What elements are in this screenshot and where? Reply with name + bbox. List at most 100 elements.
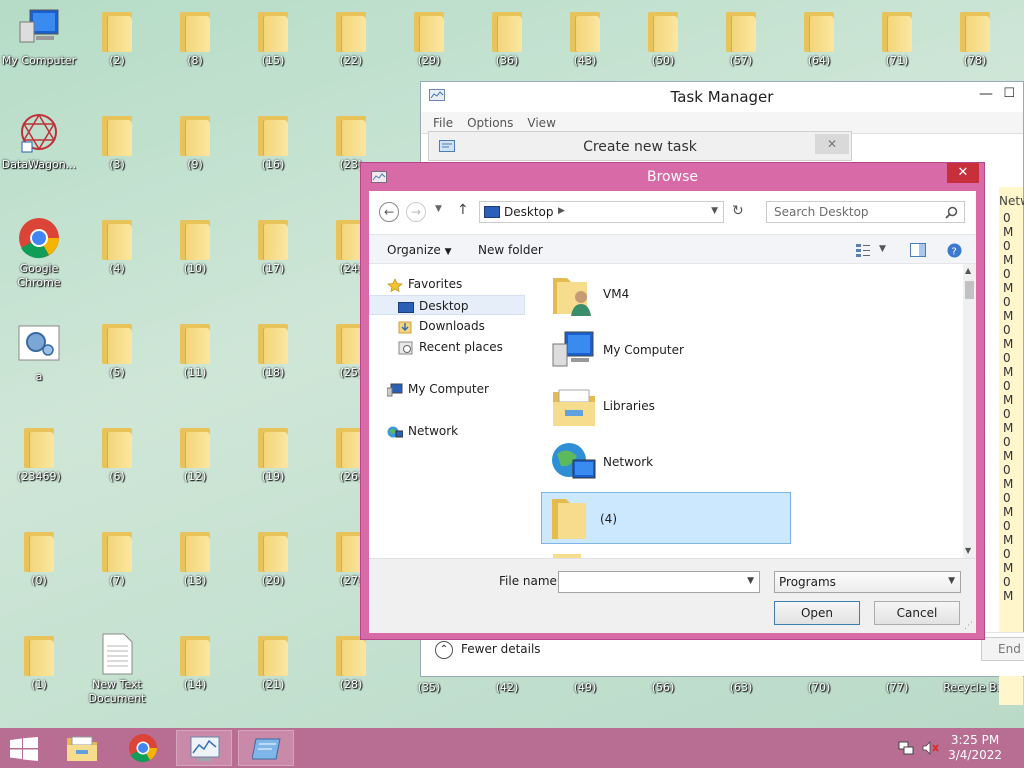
new-folder-button[interactable]: New folder	[478, 243, 543, 257]
nav-recent-places[interactable]: Recent places	[398, 337, 503, 357]
desktop-icon-folder[interactable]: (13)	[157, 526, 233, 588]
desktop-icon-datawagon[interactable]: DataWagon...	[1, 110, 77, 172]
network-tray-icon[interactable]	[898, 741, 914, 755]
desktop-icon-folder[interactable]: (50)	[625, 6, 701, 68]
search-icon[interactable]	[945, 206, 958, 219]
nav-favorites[interactable]: Favorites	[387, 274, 462, 294]
file-name-input[interactable]: ▼	[558, 571, 760, 593]
resize-grip-icon[interactable]: ⋰	[964, 621, 973, 631]
desktop-icon-folder[interactable]: (56)	[625, 675, 701, 705]
desktop-icon-folder[interactable]: (21)	[235, 630, 311, 692]
file-name-dropdown-icon[interactable]: ▼	[747, 576, 754, 586]
forward-arrow-icon[interactable]: →	[406, 202, 426, 222]
menu-file[interactable]: File	[433, 116, 453, 130]
desktop-icon-folder[interactable]: (0)	[1, 526, 77, 588]
breadcrumb-chevron-icon[interactable]: ▶	[558, 206, 565, 216]
nav-network[interactable]: Network	[387, 421, 458, 441]
nav-my-computer[interactable]: My Computer	[387, 379, 489, 399]
menu-view[interactable]: View	[527, 116, 555, 130]
desktop-icon-my-computer[interactable]: My Computer	[1, 6, 77, 68]
desktop-icon-folder[interactable]: (35)	[391, 675, 467, 705]
desktop-icon-folder[interactable]: (77)	[859, 675, 935, 705]
desktop-icon-folder[interactable]: (1)	[1, 630, 77, 692]
taskbar-chrome[interactable]	[115, 730, 171, 766]
preview-pane-icon[interactable]	[910, 243, 926, 257]
desktop-icon-chrome[interactable]: Google Chrome	[1, 214, 77, 290]
minimize-button[interactable]: —	[979, 86, 993, 102]
desktop-icon-folder[interactable]: (2)	[79, 6, 155, 68]
desktop-icon-folder[interactable]: (71)	[859, 6, 935, 68]
refresh-icon[interactable]: ↻	[732, 203, 744, 219]
desktop-icon-folder[interactable]: (22)	[313, 6, 389, 68]
desktop-icon-folder[interactable]: (19)	[235, 422, 311, 484]
address-dropdown-icon[interactable]: ▼	[711, 206, 718, 216]
cancel-button[interactable]: Cancel	[874, 601, 960, 625]
file-type-dropdown-icon[interactable]: ▼	[948, 576, 955, 586]
view-dropdown-icon[interactable]: ▼	[879, 244, 886, 254]
taskbar-task-manager[interactable]	[176, 730, 232, 766]
taskbar-run[interactable]	[238, 730, 294, 766]
desktop-icon-folder[interactable]: (63)	[703, 675, 779, 705]
menu-options[interactable]: Options	[467, 116, 513, 130]
desktop-icon-folder[interactable]: (14)	[157, 630, 233, 692]
fewer-details-link[interactable]: Fewer details	[461, 642, 541, 656]
desktop-icon-folder[interactable]: (23469)	[1, 422, 77, 484]
organize-button[interactable]: Organize ▼	[387, 243, 452, 257]
desktop-icon-folder[interactable]: (15)	[235, 6, 311, 68]
up-arrow-icon[interactable]: ↑	[457, 202, 469, 218]
scroll-thumb[interactable]	[965, 281, 974, 299]
desktop-icon-folder[interactable]: (7)	[79, 526, 155, 588]
volume-muted-icon[interactable]	[922, 741, 940, 755]
file-item-folder-4-selected[interactable]: (4)	[541, 492, 791, 544]
search-box[interactable]: Search Desktop	[766, 201, 965, 223]
help-icon[interactable]: ?	[947, 243, 962, 258]
desktop-icon-folder[interactable]: (18)	[235, 318, 311, 380]
desktop-icon-folder[interactable]: (49)	[547, 675, 623, 705]
desktop-icon-folder[interactable]: (36)	[469, 6, 545, 68]
scroll-down-icon[interactable]: ▼	[965, 546, 971, 555]
network-column-header[interactable]: Netw	[999, 194, 1024, 208]
desktop-icon-folder[interactable]: (64)	[781, 6, 857, 68]
file-item-my-computer[interactable]: My Computer	[545, 324, 795, 376]
desktop-icon-folder[interactable]: (16)	[235, 110, 311, 172]
file-item-network[interactable]: Network	[545, 436, 795, 488]
task-manager-titlebar[interactable]: Task Manager — ☐	[421, 82, 1023, 112]
file-type-select[interactable]: Programs ▼	[774, 571, 961, 593]
end-task-button[interactable]: End t	[981, 637, 1024, 661]
taskbar-file-explorer[interactable]	[54, 730, 110, 766]
view-options-icon[interactable]	[855, 243, 871, 257]
desktop-icon-folder[interactable]: (12)	[157, 422, 233, 484]
desktop-icon-folder[interactable]: (29)	[391, 6, 467, 68]
back-arrow-icon[interactable]: ←	[379, 202, 399, 222]
desktop-icon-text-document[interactable]: New Text Document	[79, 630, 155, 706]
desktop-icon-folder[interactable]: (9)	[157, 110, 233, 172]
desktop-icon-folder[interactable]: (10)	[157, 214, 233, 276]
windows-start-icon[interactable]	[10, 737, 38, 761]
clock[interactable]: 3:25 PM 3/4/2022	[948, 733, 1002, 763]
desktop-icon-folder[interactable]: (70)	[781, 675, 857, 705]
maximize-button[interactable]: ☐	[1003, 86, 1015, 101]
desktop-icon-folder[interactable]: (4)	[79, 214, 155, 276]
desktop-icon-folder[interactable]: (43)	[547, 6, 623, 68]
desktop-icon-folder[interactable]: (78)	[937, 6, 1013, 68]
desktop-icon-folder[interactable]: (17)	[235, 214, 311, 276]
desktop-icon-folder[interactable]: (57)	[703, 6, 779, 68]
file-item-libraries[interactable]: Libraries	[545, 380, 795, 432]
desktop-icon-folder[interactable]: (8)	[157, 6, 233, 68]
chevron-up-icon[interactable]: ⌃	[435, 641, 453, 659]
desktop-icon-a[interactable]: a	[1, 322, 77, 384]
nav-downloads[interactable]: Downloads	[398, 316, 485, 336]
desktop-icon-folder[interactable]: (6)	[79, 422, 155, 484]
desktop-icon-folder[interactable]: (20)	[235, 526, 311, 588]
browse-close-button[interactable]: ✕	[947, 163, 979, 183]
desktop-icon-folder[interactable]: (42)	[469, 675, 545, 705]
create-task-close-button[interactable]: ✕	[815, 134, 849, 154]
file-item-vm4[interactable]: VM4	[545, 268, 795, 320]
address-bar[interactable]: Desktop ▶ ▼	[479, 201, 724, 223]
desktop-icon-folder[interactable]: (3)	[79, 110, 155, 172]
browse-titlebar[interactable]: Browse ✕	[361, 163, 984, 191]
recent-locations-chevron-icon[interactable]: ▼	[435, 204, 442, 214]
nav-desktop[interactable]: Desktop	[369, 295, 525, 315]
desktop-icon-folder[interactable]: (5)	[79, 318, 155, 380]
desktop-icon-folder[interactable]: (11)	[157, 318, 233, 380]
